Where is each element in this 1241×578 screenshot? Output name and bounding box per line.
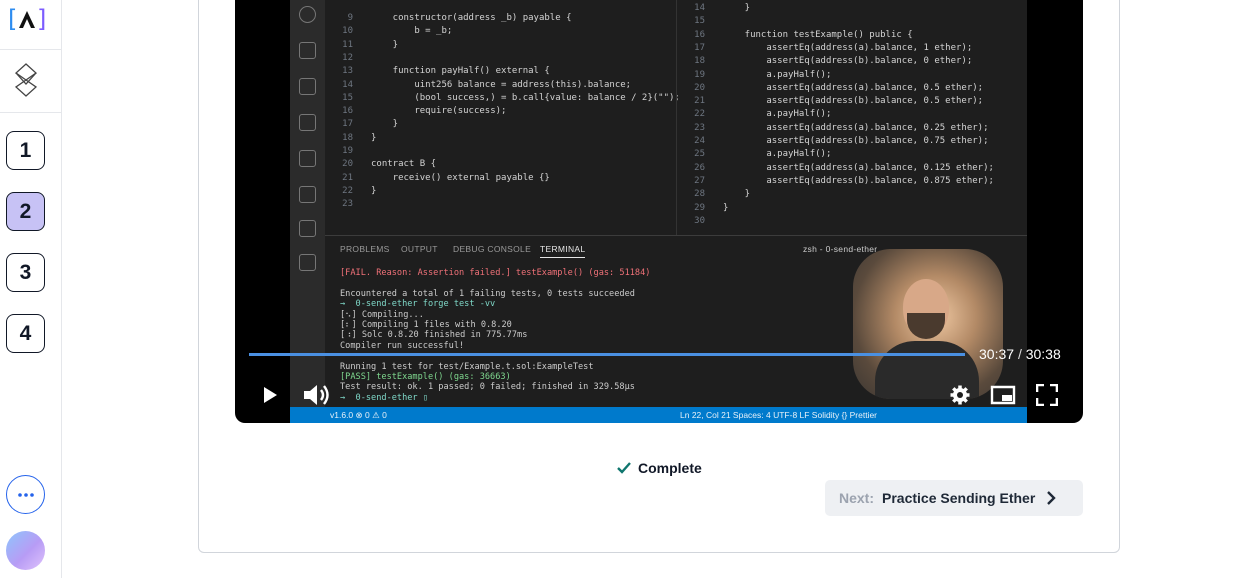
step-1-button[interactable]: 1 — [6, 131, 45, 170]
code-line: 9 constructor(address _b) payable { — [347, 13, 572, 23]
code-line: 14 uint256 balance = address(this).balan… — [342, 79, 632, 90]
run-debug-icon — [299, 42, 316, 59]
more-options-button[interactable] — [6, 475, 45, 514]
terminal-line: Running 1 test for test/Example.t.sol:Ex… — [340, 361, 594, 372]
code-line: 21 assertEq(address(b).balance, 0.5 ethe… — [694, 96, 984, 107]
code-line: 12 — [342, 52, 353, 63]
code-line: 23 assertEq(address(a).balance, 0.25 eth… — [694, 122, 989, 133]
complete-label: Complete — [638, 460, 702, 476]
svg-text:]: ] — [37, 5, 46, 33]
code-line: 17 assertEq(address(a).balance, 1 ether)… — [694, 42, 973, 53]
terminal-line: Encountered a total of 1 failing tests, … — [340, 288, 635, 299]
app-logo[interactable]: [ ] — [7, 4, 47, 34]
code-line: 30 — [694, 215, 705, 226]
code-line: 16 require(success); — [342, 106, 507, 117]
terminal-line: [⠰] Solc 0.8.20 finished in 775.77ms — [340, 330, 528, 341]
settings-button[interactable] — [947, 382, 973, 408]
code-line: 15 (bool success,) = b.call{value: balan… — [342, 92, 680, 103]
code-line: 22 a.payHalf(); — [694, 109, 832, 120]
video-player[interactable]: 9 constructor(address _b) payable { 10 b … — [235, 0, 1083, 423]
terminal-line: [⠢] Compiling... — [340, 309, 424, 320]
video-progress-fill — [249, 353, 965, 356]
time-current: 30:37 — [979, 346, 1015, 362]
step-4-button[interactable]: 4 — [6, 314, 45, 353]
play-icon — [264, 387, 277, 403]
next-lesson-title: Practice Sending Ether — [882, 490, 1036, 506]
code-line: 24 assertEq(address(b).balance, 0.75 eth… — [694, 136, 989, 146]
code-line: 10 b = _b; — [342, 26, 453, 37]
code-line: 18} — [342, 132, 377, 143]
code-line: 22} — [342, 185, 377, 196]
sidebar: [ ] 1 2 3 4 — [0, 0, 62, 578]
code-editor-left: 9 constructor(address _b) payable { 10 b … — [325, 0, 680, 235]
vscode-status-bar: v1.6.0 ⊗ 0 ⚠ 0 Ln 22, Col 21 Spaces: 4 U… — [290, 407, 1027, 423]
code-line: 29} — [694, 202, 729, 213]
code-line: 17 } — [342, 119, 399, 130]
code-line: 20 assertEq(address(a).balance, 0.5 ethe… — [694, 82, 984, 93]
check-icon — [617, 462, 631, 474]
time-separator: / — [1017, 346, 1022, 362]
panel-tab-output: OUTPUT — [401, 244, 438, 254]
instructor-webcam — [853, 249, 1003, 399]
chevron-right-icon — [1047, 491, 1056, 505]
code-line: 16 function testExample() public { — [694, 29, 913, 40]
picture-in-picture-icon — [990, 385, 1016, 405]
fullscreen-button[interactable] — [1034, 382, 1060, 408]
code-line: 18 assertEq(address(b).balance, 0 ether)… — [694, 56, 973, 67]
code-line: 20 contract B { — [342, 159, 437, 170]
explorer-icon — [299, 150, 316, 167]
volume-icon — [304, 385, 329, 405]
terminal-line: Test result: ok. 1 passed; 0 failed; fin… — [340, 382, 635, 393]
vscode-activity-bar — [290, 0, 325, 423]
code-line: 15 — [694, 16, 705, 27]
user-avatar[interactable] — [6, 531, 45, 570]
step-3-button[interactable]: 3 — [6, 253, 45, 292]
remote-icon — [299, 220, 316, 237]
terminal-line: [⠆] Compiling 1 files with 0.8.20 — [340, 320, 512, 330]
code-line: 25 a.payHalf(); — [694, 149, 832, 160]
code-line: 19 a.payHalf(); — [694, 69, 832, 80]
next-prefix: Next: — [839, 490, 875, 506]
code-line: 21 receive() external payable {} — [342, 172, 550, 183]
status-left: v1.6.0 ⊗ 0 ⚠ 0 — [330, 410, 387, 420]
code-line: 26 assertEq(address(a).balance, 0.125 et… — [694, 162, 994, 173]
docker-icon — [299, 186, 316, 203]
fullscreen-icon — [1036, 384, 1058, 406]
picture-in-picture-button[interactable] — [990, 382, 1016, 408]
ellipsis-icon — [17, 492, 34, 497]
video-time: 30:37 / 30:38 — [979, 346, 1061, 362]
code-editor-right: 14 } 15 16 function testExample() public {… — [676, 0, 1027, 235]
figma-icon — [299, 254, 316, 271]
ethereum-icon[interactable] — [12, 62, 40, 98]
svg-text:[: [ — [8, 5, 17, 33]
play-button[interactable] — [257, 382, 283, 408]
complete-status: Complete — [616, 460, 702, 476]
panel-tab-debug-console: DEBUG CONSOLE — [453, 244, 532, 254]
terminal-line: → 0-send-ether forge test -vv — [340, 299, 496, 310]
next-lesson-button[interactable]: Next: Practice Sending Ether — [825, 480, 1083, 516]
extensions-icon — [299, 78, 316, 95]
panel-tab-problems: PROBLEMS — [340, 244, 390, 254]
terminal-line: [PASS] testExample() (gas: 36663) — [340, 372, 511, 382]
step-2-button[interactable]: 2 — [6, 192, 45, 231]
search-icon — [299, 6, 316, 23]
code-line: 23 — [342, 199, 353, 210]
code-line: 14 } — [694, 3, 751, 13]
code-line: 13 function payHalf() external { — [342, 66, 550, 77]
panel-tab-terminal: TERMINAL — [540, 244, 586, 258]
code-line: 19 — [342, 146, 353, 156]
status-right: Ln 22, Col 21 Spaces: 4 UTF-8 LF Solidit… — [680, 410, 878, 420]
code-line: 28 } — [694, 189, 751, 200]
terminal-line: → 0-send-ether ▯ — [340, 392, 428, 403]
terminal-title: zsh - 0-send-ether — [803, 244, 878, 254]
video-progress-bar[interactable] — [249, 353, 965, 356]
terminal-line: Compiler run successful! — [340, 340, 465, 351]
terminal-line: [FAIL. Reason: Assertion failed.] testEx… — [340, 268, 651, 278]
code-line: 27 assertEq(address(b).balance, 0.875 et… — [694, 175, 994, 186]
time-total: 30:38 — [1025, 346, 1061, 362]
gear-icon — [950, 385, 970, 405]
git-icon — [299, 114, 316, 131]
code-line: 11 } — [342, 39, 399, 50]
volume-button[interactable] — [301, 382, 333, 408]
